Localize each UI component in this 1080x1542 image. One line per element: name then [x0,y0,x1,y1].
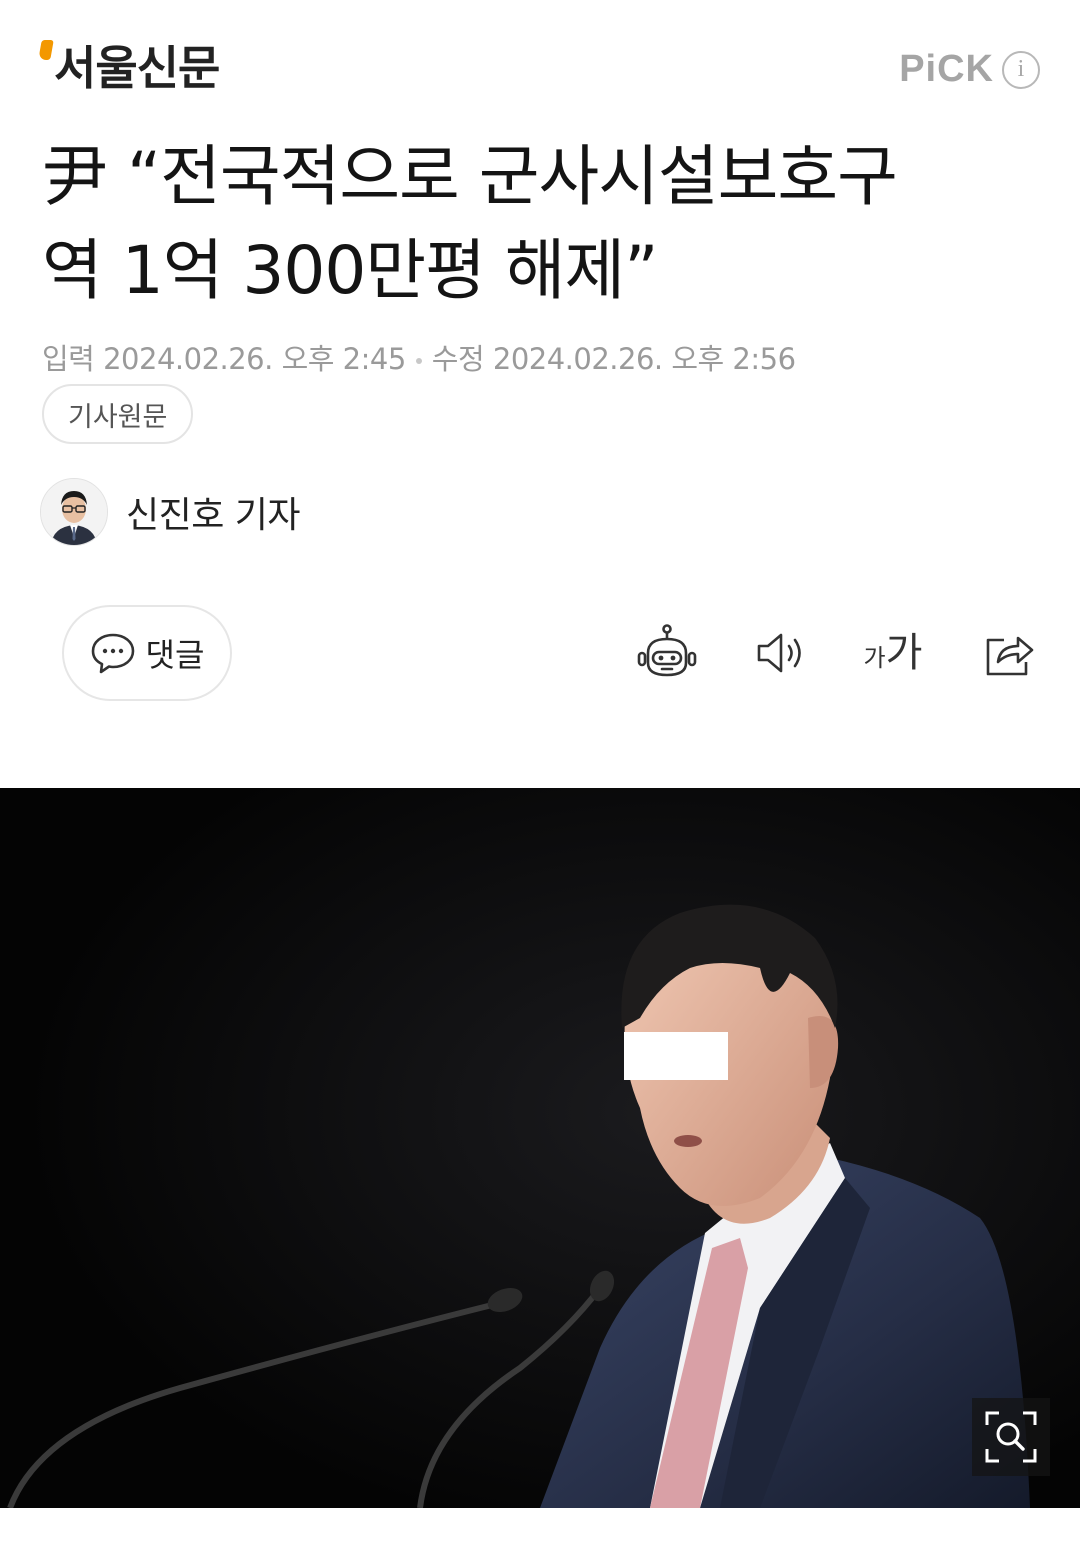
newspaper-logo[interactable]: 서울신문 [38,36,220,100]
font-size-button[interactable]: 가가 [858,620,928,686]
article-timestamps: 입력 2024.02.26. 오후 2:45 수정 2024.02.26. 오후 … [42,336,796,378]
comment-icon [91,633,134,674]
pick-label: PiCK [899,48,994,90]
headline-line-1: 尹 “전국적으로 군사시설보호구 [42,138,898,215]
speaker-icon [757,633,801,673]
published-time: 2024.02.26. 오후 2:45 [103,342,406,376]
comment-label: 댓글 [145,636,205,674]
top-header: 서울신문 PiCK i [0,0,1080,110]
published-label: 입력 [42,342,95,376]
headline-line-2: 역 1억 300만평 해제” [42,232,658,309]
reporter-byline[interactable]: 신진호 기자 [40,478,301,546]
reporter-name: 신진호 기자 [126,495,301,536]
listen-button[interactable] [748,620,814,686]
logo-accent-mark [38,40,54,60]
robot-summary-icon [637,624,697,677]
original-article-label: 기사원문 [68,401,168,433]
font-size-icon: 가가 [863,630,923,676]
speaker-at-podium-photo [0,788,1080,1508]
ai-summary-button[interactable] [634,620,700,686]
photo-zoom-button[interactable] [972,1398,1050,1476]
article-headline: 尹 “전국적으로 군사시설보호구 역 1억 300만평 해제” [42,130,1042,318]
share-icon [986,636,1034,676]
info-icon[interactable]: i [1002,50,1040,89]
logo-text: 서울신문 [54,41,220,95]
pick-badge[interactable]: PiCK i [899,48,1040,91]
modified-time: 2024.02.26. 오후 2:56 [492,342,796,376]
reporter-avatar [40,478,108,546]
zoom-search-icon [985,1411,1037,1463]
meta-separator [415,358,422,364]
reporter-portrait [41,479,107,545]
comment-button[interactable]: 댓글 [62,605,232,701]
share-button[interactable] [976,620,1042,686]
modified-label: 수정 [431,342,485,376]
article-photo[interactable] [0,788,1080,1508]
original-article-button[interactable]: 기사원문 [42,384,194,444]
